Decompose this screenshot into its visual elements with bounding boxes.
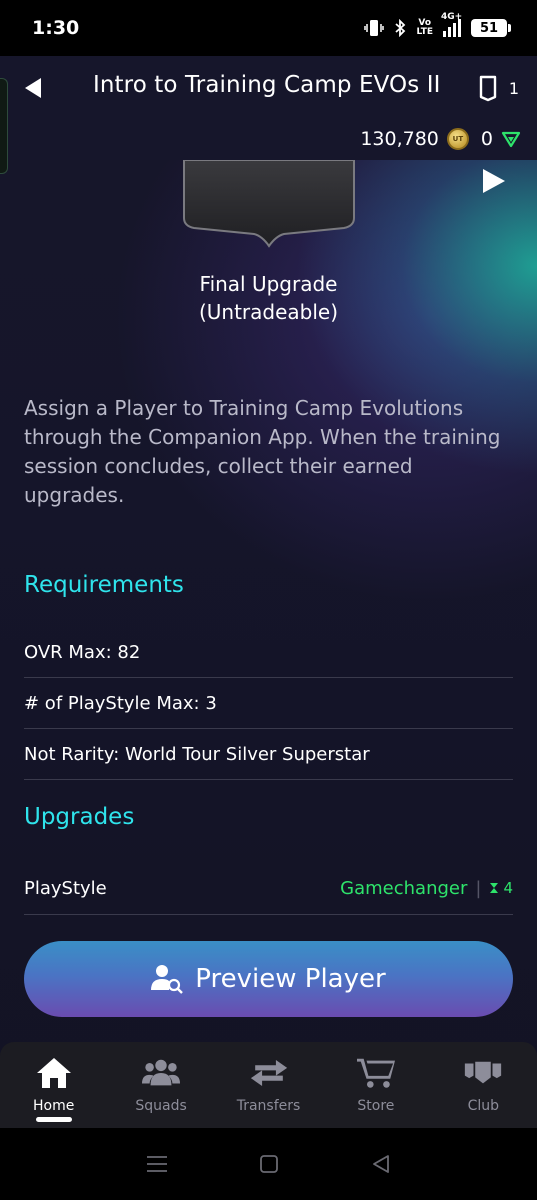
top-header: Intro to Training Camp EVOs II 1 130,780…: [0, 56, 537, 174]
upgrade-duration: 4: [489, 879, 513, 897]
reward-label: Final Upgrade (Untradeable): [198, 272, 339, 324]
requirement-row: OVR Max: 82: [24, 628, 513, 678]
play-icon[interactable]: [481, 168, 507, 194]
battery-indicator: 51: [471, 19, 511, 37]
squads-icon: [142, 1059, 181, 1086]
bluetooth-icon: [395, 19, 406, 37]
reward-pack-image: [183, 160, 355, 248]
upgrade-row: PlayStyle Gamechanger | 4: [24, 862, 513, 915]
vibrate-icon: [364, 20, 385, 36]
volte-label: Vo LTE: [416, 18, 433, 37]
status-icons: Vo LTE 4G+ 51: [364, 13, 511, 37]
preview-player-label: Preview Player: [195, 964, 386, 994]
home-nav-icon[interactable]: [259, 1154, 279, 1174]
tab-squads[interactable]: Squads: [107, 1042, 214, 1128]
objective-description: Assign a Player to Training Camp Evoluti…: [24, 396, 501, 507]
signal-icon: 4G+: [441, 13, 462, 37]
requirement-row: Not Rarity: World Tour Silver Superstar: [24, 730, 513, 780]
card-count[interactable]: 1: [477, 74, 519, 102]
tab-club[interactable]: Club: [430, 1042, 537, 1128]
hourglass-icon: [490, 883, 499, 893]
requirement-row: # of PlayStyle Max: 3: [24, 679, 513, 729]
points-icon: [501, 131, 521, 148]
coins-value: 130,780: [360, 128, 439, 150]
upgrade-label: PlayStyle: [24, 877, 107, 899]
player-search-icon: [151, 965, 184, 994]
status-time: 1:30: [32, 17, 80, 39]
card-icon: [479, 75, 497, 102]
tab-home[interactable]: Home: [0, 1042, 107, 1128]
app-screen: Intro to Training Camp EVOs II 1 130,780…: [0, 56, 537, 1128]
back-button[interactable]: [22, 76, 46, 100]
transfers-icon: [250, 1060, 287, 1086]
back-nav-icon[interactable]: [371, 1154, 391, 1174]
upgrades-heading: Upgrades: [24, 804, 135, 830]
system-nav-bar: [0, 1128, 537, 1200]
side-drawer-handle[interactable]: [0, 78, 8, 174]
coin-icon: UT: [446, 128, 469, 150]
store-icon: [356, 1058, 395, 1088]
active-tab-indicator: [35, 1117, 72, 1122]
page-title: Intro to Training Camp EVOs II: [93, 72, 441, 98]
card-count-value: 1: [508, 78, 519, 98]
separator: |: [475, 877, 482, 899]
status-bar: 1:30 Vo LTE 4G+ 51: [0, 0, 537, 56]
bottom-tab-bar: Home Squads Transfers Store Club: [0, 1042, 537, 1128]
tab-transfers[interactable]: Transfers: [215, 1042, 322, 1128]
requirements-heading: Requirements: [24, 572, 184, 598]
tab-store[interactable]: Store: [322, 1042, 429, 1128]
points-value: 0: [480, 128, 493, 150]
recents-icon[interactable]: [146, 1155, 168, 1173]
upgrade-value: Gamechanger: [340, 877, 468, 899]
home-icon: [36, 1058, 71, 1088]
club-icon: [465, 1061, 502, 1084]
preview-player-button[interactable]: Preview Player: [24, 941, 513, 1017]
currency-display: 130,780 UT 0: [360, 128, 521, 150]
